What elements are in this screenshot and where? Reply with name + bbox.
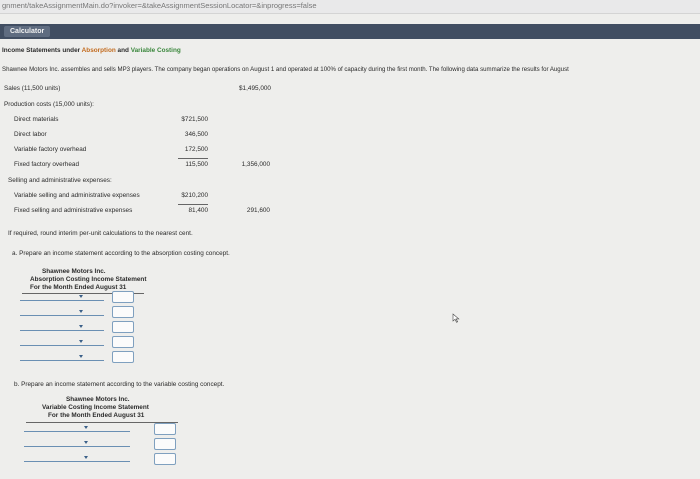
fixed-selling-label: Fixed selling and administrative expense… [14, 207, 133, 214]
direct-materials-value: $721,500 [181, 116, 208, 123]
part-a-row-2-amount[interactable] [112, 306, 134, 318]
selling-subtotal-rule [178, 204, 208, 205]
select-underline [24, 461, 130, 462]
chevron-down-icon[interactable] [79, 310, 83, 313]
select-underline [24, 446, 130, 447]
select-underline [20, 330, 104, 331]
select-underline [20, 345, 104, 346]
part-b-statement-title: Variable Costing Income Statement [42, 404, 149, 411]
direct-labor-value: 346,500 [184, 131, 208, 138]
select-underline [20, 360, 104, 361]
production-subtotal-rule [178, 158, 208, 159]
chevron-down-icon[interactable] [79, 355, 83, 358]
fixed-overhead-value: 115,500 [185, 161, 208, 168]
selling-total: 291,600 [246, 207, 270, 214]
sales-value: $1,495,000 [239, 85, 271, 92]
variable-overhead-value: 172,500 [184, 146, 208, 153]
chevron-down-icon[interactable] [79, 340, 83, 343]
part-b-row-3-amount[interactable] [154, 453, 176, 465]
production-label: Production costs (15,000 units): [4, 101, 94, 108]
part-b-company: Shawnee Motors Inc. [66, 396, 130, 403]
production-total: 1,356,000 [241, 161, 270, 168]
part-a-statement-title: Absorption Costing Income Statement [30, 276, 147, 283]
chevron-down-icon[interactable] [79, 325, 83, 328]
part-b-row-1-amount[interactable] [154, 423, 176, 435]
part-a-row-2-select[interactable] [20, 307, 104, 317]
selling-label: Selling and administrative expenses: [8, 177, 112, 184]
part-a-row-5-amount[interactable] [112, 351, 134, 363]
select-underline [20, 315, 104, 316]
variable-overhead-label: Variable factory overhead [14, 146, 87, 153]
title-variable-link[interactable]: Variable Costing [131, 47, 181, 54]
chevron-down-icon[interactable] [79, 295, 83, 298]
part-a-period: For the Month Ended August 31 [30, 284, 127, 291]
variable-selling-value: $210,200 [181, 192, 208, 199]
part-a-row-4-amount[interactable] [112, 336, 134, 348]
part-a-row-5-select[interactable] [20, 352, 104, 362]
rounding-note: If required, round interim per-unit calc… [8, 230, 193, 237]
browser-url-bar[interactable]: gnment/takeAssignmentMain.do?invoker=&ta… [0, 0, 700, 14]
title-prefix: Income Statements under [2, 47, 82, 54]
title-mid: and [115, 47, 131, 54]
problem-title: Income Statements under Absorption and V… [2, 47, 181, 54]
select-underline [20, 300, 104, 301]
fixed-selling-value: 81,400 [188, 207, 208, 214]
sales-label: Sales (11,500 units) [4, 85, 61, 92]
variable-selling-label: Variable selling and administrative expe… [14, 192, 140, 199]
part-b-row-3-select[interactable] [24, 453, 130, 463]
arrow-cursor-icon [452, 313, 460, 323]
part-a-row-4-select[interactable] [20, 337, 104, 347]
chevron-down-icon[interactable] [84, 441, 88, 444]
chevron-down-icon[interactable] [84, 456, 88, 459]
part-b-instruction: b. Prepare an income statement according… [14, 381, 225, 388]
part-a-row-1-amount[interactable] [112, 291, 134, 303]
part-b-row-1-select[interactable] [24, 423, 130, 433]
part-b-row-2-select[interactable] [24, 438, 130, 448]
problem-intro: Shawnee Motors Inc. assembles and sells … [2, 66, 569, 73]
part-b-period: For the Month Ended August 31 [48, 412, 145, 419]
part-a-instruction: a. Prepare an income statement according… [12, 250, 230, 257]
chevron-down-icon[interactable] [84, 426, 88, 429]
part-b-row-2-amount[interactable] [154, 438, 176, 450]
direct-materials-label: Direct materials [14, 116, 59, 123]
part-a-row-3-amount[interactable] [112, 321, 134, 333]
fixed-overhead-label: Fixed factory overhead [14, 161, 80, 168]
part-a-row-1-select[interactable] [20, 292, 104, 302]
select-underline [24, 431, 130, 432]
part-a-row-3-select[interactable] [20, 322, 104, 332]
direct-labor-label: Direct labor [14, 131, 47, 138]
calculator-button[interactable]: Calculator [4, 26, 51, 37]
part-a-company: Shawnee Motors Inc. [42, 268, 106, 275]
title-absorption-link[interactable]: Absorption [82, 47, 116, 54]
calculator-toolbar: Calculator [0, 24, 700, 39]
